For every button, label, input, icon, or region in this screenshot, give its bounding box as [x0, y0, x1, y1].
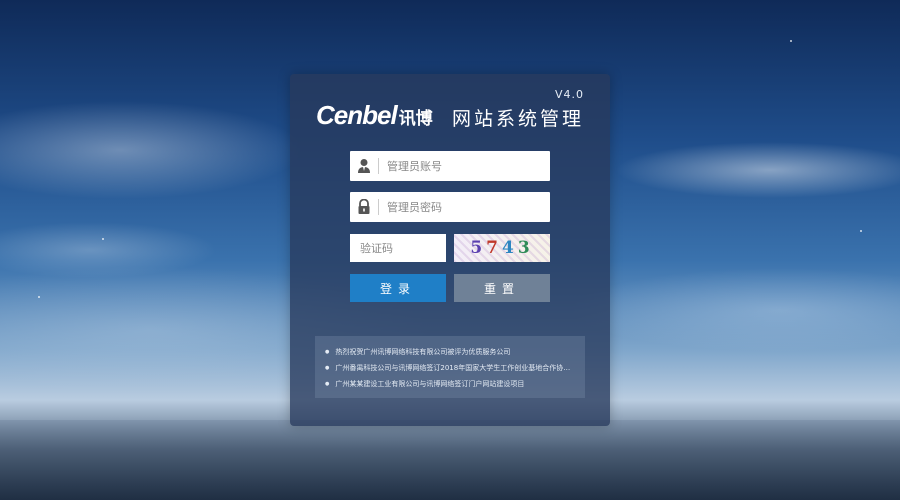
notice-item[interactable]: 热烈祝贺广州讯博网络科技有限公司被评为优质服务公司 — [325, 344, 575, 360]
lock-icon — [350, 192, 378, 222]
notice-box: 热烈祝贺广州讯博网络科技有限公司被评为优质服务公司 广州番禺科技公司与讯博网络签… — [315, 336, 585, 398]
captcha-input[interactable] — [350, 234, 446, 262]
logo-cn-text: 讯博 — [398, 109, 433, 128]
password-field[interactable] — [350, 192, 550, 222]
version-label: V4.0 — [554, 88, 584, 101]
login-button[interactable]: 登录 — [350, 274, 446, 302]
password-input[interactable] — [379, 193, 550, 221]
username-field[interactable] — [350, 151, 550, 181]
brand-logo: Cenbel 讯博 — [316, 100, 433, 131]
notice-list: 热烈祝贺广州讯博网络科技有限公司被评为优质服务公司 广州番禺科技公司与讯博网络签… — [315, 336, 585, 392]
page-title: 网站系统管理 — [451, 108, 584, 130]
captcha-field[interactable] — [350, 234, 446, 262]
logo-text: Cenbel — [316, 100, 398, 130]
username-input[interactable] — [379, 152, 550, 180]
captcha-digit: 7 — [486, 238, 502, 258]
star — [790, 40, 792, 42]
notice-item[interactable]: 广州番禺科技公司与讯博网络签订2018年国家大学生工作创业基地合作协议文字信息服… — [325, 360, 575, 376]
star — [38, 296, 40, 298]
login-panel: V4.0 Cenbel讯博 网站系统管理 5 7 — [290, 74, 610, 426]
user-icon — [350, 151, 378, 181]
sea-horizon — [0, 420, 900, 500]
captcha-digit: 5 — [470, 238, 487, 258]
star — [860, 230, 862, 232]
captcha-digit: 3 — [517, 238, 534, 258]
reset-button[interactable]: 重置 — [454, 274, 550, 302]
captcha-image[interactable]: 5 7 4 3 — [454, 234, 550, 262]
notice-item[interactable]: 广州某某建设工业有限公司与讯博网络签订门户网站建设项目 — [325, 376, 575, 392]
captcha-digit: 4 — [502, 238, 518, 258]
star — [102, 238, 104, 240]
